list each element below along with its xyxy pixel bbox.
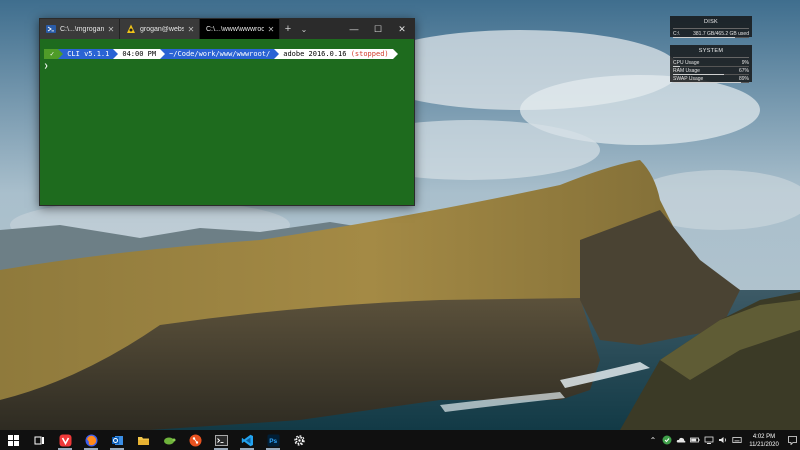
ram-usage-row: RAM Usage 67%: [673, 68, 749, 76]
prompt-separator: [392, 49, 398, 59]
vivaldi-button[interactable]: [52, 430, 78, 450]
disk-widget: DISK C:\ 381.7 GB/465.2 GB used: [670, 16, 752, 39]
disk-usage-fill: [673, 37, 736, 38]
battery-icon[interactable]: [688, 430, 702, 450]
linux-penguin-icon: [127, 24, 135, 33]
tab-label: C:\...\www\wwwroot: [206, 25, 264, 33]
tab-label: grogan@webse: [140, 25, 184, 33]
folder-icon: [137, 436, 149, 445]
gear-icon: [293, 434, 305, 446]
git-icon: [189, 434, 201, 446]
terminal-output[interactable]: ✓ CLI v5.1.1 04:00 PM ~/Code/work/www/ww…: [40, 39, 414, 72]
titlebar-drag-area[interactable]: [312, 19, 342, 39]
swap-usage-fill: [673, 82, 741, 83]
close-button[interactable]: ✕: [390, 19, 414, 39]
tab-dropdown-icon[interactable]: ⌄: [296, 19, 312, 39]
terminal-titlebar[interactable]: C:\...\mgrogan.c ✕ grogan@webse ✕ C:\...…: [40, 19, 414, 39]
firefox-button[interactable]: [78, 430, 104, 450]
vscode-button[interactable]: [234, 430, 260, 450]
cloud-icon[interactable]: [674, 430, 688, 450]
show-hidden-icons-chevron-icon[interactable]: ⌃: [646, 430, 660, 450]
new-tab-button[interactable]: +: [280, 19, 296, 39]
start-button[interactable]: [0, 430, 26, 450]
input-indicator-icon[interactable]: [730, 430, 744, 450]
network-icon[interactable]: [702, 430, 716, 450]
prompt-path: ~/Code/work/www/wwwroot/: [165, 49, 275, 59]
prompt-status-check: ✓: [44, 49, 59, 59]
taskbar: Ps ⌃ 4:02 PM 11/21/2020: [0, 430, 800, 450]
terminal-window[interactable]: C:\...\mgrogan.c ✕ grogan@webse ✕ C:\...…: [39, 18, 415, 206]
taskbar-clock[interactable]: 4:02 PM 11/21/2020: [744, 432, 784, 449]
ram-usage-fill: [673, 74, 724, 75]
cpu-usage-row: CPU Usage 9%: [673, 60, 749, 68]
volume-icon[interactable]: [716, 430, 730, 450]
vivaldi-icon: [59, 434, 71, 446]
prompt-line: ✓ CLI v5.1.1 04:00 PM ~/Code/work/www/ww…: [44, 49, 410, 59]
tab-ssh[interactable]: grogan@webse ✕: [120, 19, 200, 39]
speaker-icon: [719, 437, 726, 443]
settings-button[interactable]: [286, 430, 312, 450]
system-widget: SYSTEM CPU Usage 9% RAM Usage 67% SWAP U…: [670, 45, 752, 84]
maximize-button[interactable]: ☐: [366, 19, 390, 39]
tab-close-icon[interactable]: ✕: [267, 25, 275, 34]
photoshop-icon-label: Ps: [269, 438, 277, 445]
system-tray: ⌃ 4:02 PM 11/21/2020: [646, 430, 800, 450]
prompt-environment: adobe 2016.0.16 (stopped): [279, 49, 393, 59]
terminal-button[interactable]: [208, 430, 234, 450]
cpu-usage-bar: [673, 66, 749, 67]
disk-widget-title: DISK: [673, 18, 749, 29]
powershell-icon: [46, 25, 56, 33]
minimize-button[interactable]: —: [342, 19, 366, 39]
tab-label: C:\...\mgrogan.c: [60, 25, 104, 33]
task-view-icon: [34, 436, 44, 444]
file-explorer-button[interactable]: [130, 430, 156, 450]
sourcetree-button[interactable]: [156, 430, 182, 450]
system-widget-title: SYSTEM: [673, 47, 749, 58]
prompt-cli-version: CLI v5.1.1: [63, 49, 114, 59]
git-button[interactable]: [182, 430, 208, 450]
environment-name: adobe 2016.0.16: [283, 50, 347, 58]
swap-usage-row: SWAP Usage 89%: [673, 76, 749, 84]
clock-time: 4:02 PM: [752, 433, 776, 440]
ram-usage-bar: [673, 74, 749, 75]
tab-close-icon[interactable]: ✕: [107, 25, 115, 34]
green-circle-icon: [662, 435, 672, 445]
onedrive-cloud-icon: [676, 437, 686, 443]
photoshop-icon: Ps: [267, 434, 279, 446]
terminal-icon: [214, 434, 228, 446]
task-view-button[interactable]: [26, 430, 52, 450]
battery-icon: [690, 437, 700, 443]
cpu-usage-fill: [673, 66, 680, 67]
outlook-button[interactable]: [104, 430, 130, 450]
clock-date: 11/21/2020: [749, 441, 779, 448]
firefox-icon: [85, 434, 97, 446]
swap-usage-bar: [673, 82, 749, 83]
tray-app-icon[interactable]: [660, 430, 674, 450]
prompt-time: 04:00 PM: [118, 49, 161, 59]
keyboard-icon: [732, 437, 742, 443]
network-icon: [704, 436, 714, 444]
windows-logo-icon: [7, 434, 19, 446]
vscode-icon: [241, 434, 253, 446]
tab-close-icon[interactable]: ✕: [187, 25, 195, 34]
tab-powershell[interactable]: C:\...\mgrogan.c ✕: [40, 19, 120, 39]
photoshop-button[interactable]: Ps: [260, 430, 286, 450]
tab-wwwroot[interactable]: C:\...\www\wwwroot ✕: [200, 19, 280, 39]
environment-status: (stopped): [350, 50, 389, 58]
turtle-icon: [163, 437, 175, 444]
disk-usage-bar: [673, 37, 749, 38]
disk-row: C:\ 381.7 GB/465.2 GB used: [673, 31, 749, 39]
prompt-caret: ❯: [44, 62, 49, 70]
action-center-button[interactable]: [784, 430, 800, 450]
notification-icon: [787, 435, 797, 445]
outlook-icon: [111, 435, 123, 445]
